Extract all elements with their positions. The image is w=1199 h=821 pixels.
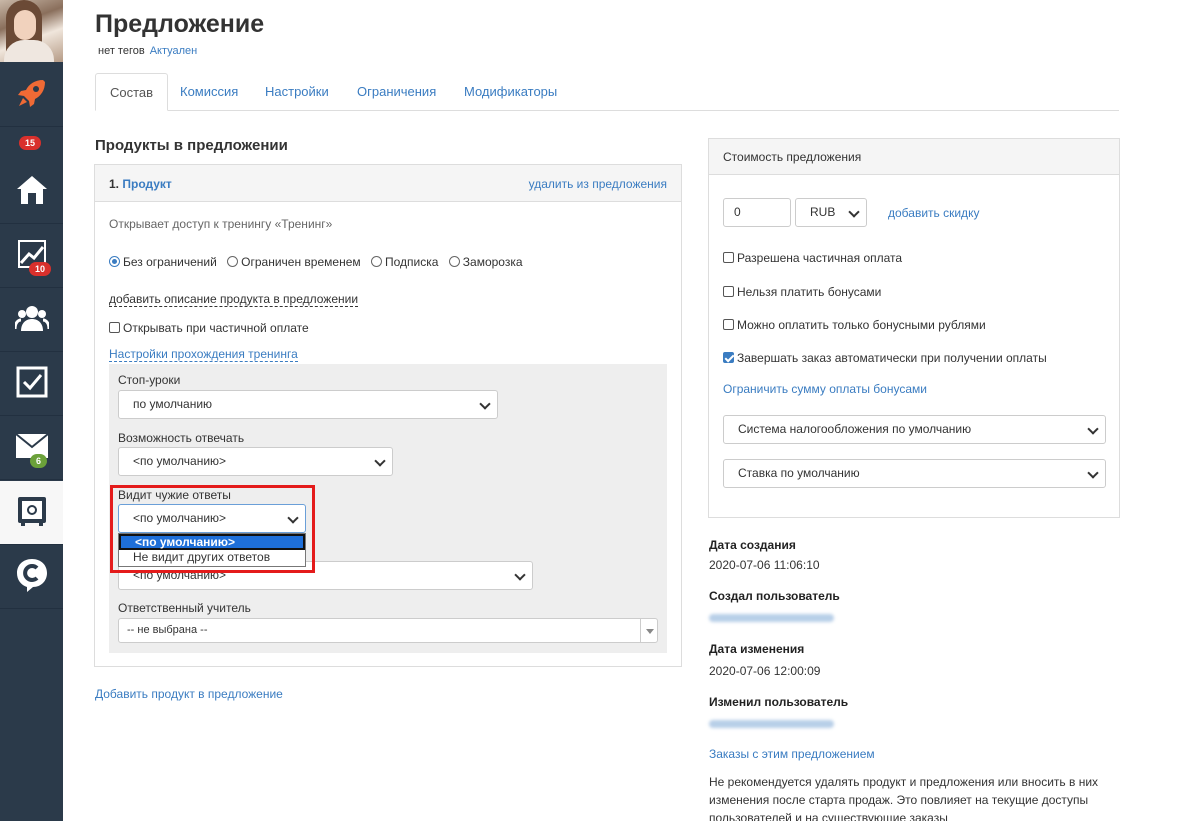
price-panel-title: Стоимость предложения bbox=[709, 139, 1119, 175]
chevron-down-icon bbox=[374, 455, 386, 467]
stop-lessons-select[interactable]: по умолчанию bbox=[118, 390, 498, 419]
add-description-link[interactable]: добавить описание продукта в предложении bbox=[109, 292, 359, 307]
product-number: 1. Продукт bbox=[109, 177, 172, 191]
sidebar-item-users[interactable] bbox=[0, 288, 63, 352]
remove-product-link[interactable]: удалить из предложения bbox=[529, 177, 667, 191]
modified-value: 2020-07-06 12:00:09 bbox=[709, 664, 821, 678]
tabs: Состав Комиссия Настройки Ограничения Мо… bbox=[95, 73, 1119, 111]
chat-logo-icon bbox=[15, 557, 49, 596]
can-answer-select[interactable]: <по умолчанию> bbox=[118, 447, 393, 476]
option-auto-complete[interactable]: Завершать заказ автоматически при получе… bbox=[723, 351, 1047, 365]
partial-payment-option[interactable]: Открывать при частичной оплате bbox=[109, 321, 309, 335]
orders-link[interactable]: Заказы с этим предложением bbox=[709, 747, 875, 761]
partial-payment-checkbox[interactable] bbox=[109, 322, 120, 333]
checkbox-no-bonus[interactable] bbox=[723, 286, 734, 297]
radio-freeze[interactable]: Заморозка bbox=[448, 255, 523, 269]
home-icon bbox=[15, 173, 49, 210]
tax-system-select[interactable]: Система налогообложения по умолчанию bbox=[723, 415, 1106, 444]
tags-label: нет тегов bbox=[98, 45, 145, 57]
created-by-label: Создал пользователь bbox=[709, 589, 840, 603]
rocket-icon bbox=[15, 76, 49, 113]
radio-freeze-control[interactable] bbox=[448, 256, 460, 267]
access-text: Открывает доступ к тренингу «Тренинг» bbox=[109, 217, 333, 231]
safe-icon bbox=[16, 495, 48, 530]
sidebar-item-safe[interactable] bbox=[0, 481, 63, 545]
modified-by-label: Изменил пользователь bbox=[709, 695, 849, 709]
warning-note: Не рекомендуется удалять продукт и предл… bbox=[709, 775, 1099, 821]
created-label: Дата создания bbox=[709, 538, 796, 552]
tax-rate-select[interactable]: Ставка по умолчанию bbox=[723, 459, 1106, 488]
modified-label: Дата изменения bbox=[709, 642, 805, 656]
mail-badge: 6 bbox=[30, 454, 48, 468]
add-product-link[interactable]: Добавить продукт в предложение bbox=[95, 687, 283, 701]
chevron-down-icon bbox=[848, 206, 860, 218]
option-partial-payment[interactable]: Разрешена частичная оплата bbox=[723, 251, 902, 265]
radio-unlimited-control[interactable] bbox=[109, 256, 120, 267]
checkbox-icon bbox=[16, 366, 48, 401]
status-link[interactable]: Актуален bbox=[150, 45, 198, 57]
currency-select[interactable]: RUB bbox=[795, 198, 867, 227]
can-answer-label: Возможность отвечать bbox=[118, 431, 245, 445]
chevron-down-icon bbox=[514, 569, 526, 581]
product-header: 1. Продукт удалить из предложения bbox=[95, 165, 681, 202]
tags-row: нет тегов Актуален bbox=[98, 45, 197, 57]
stats-badge: 10 bbox=[29, 262, 52, 276]
tab-composition[interactable]: Состав bbox=[95, 73, 169, 111]
rocket-badge: 15 bbox=[19, 136, 42, 150]
chevron-down-icon bbox=[479, 398, 491, 410]
price-amount-input[interactable]: 0 bbox=[723, 198, 791, 227]
option-only-bonus[interactable]: Можно оплатить только бонусными рублями bbox=[723, 318, 986, 332]
created-value: 2020-07-06 11:06:10 bbox=[709, 558, 820, 572]
teacher-select[interactable]: -- не выбрана -- bbox=[118, 618, 658, 643]
radio-subscription[interactable]: Подписка bbox=[370, 255, 438, 269]
radio-unlimited[interactable]: Без ограничений bbox=[109, 255, 217, 269]
checkbox-only-bonus[interactable] bbox=[723, 319, 734, 330]
checkbox-partial-payment[interactable] bbox=[723, 252, 734, 263]
sidebar: 15 10 6 bbox=[0, 0, 63, 821]
caret-down-icon bbox=[646, 629, 654, 634]
sidebar-item-stats[interactable] bbox=[0, 224, 63, 288]
teacher-select-arrow bbox=[640, 619, 657, 642]
access-radio-group: Без ограничений Ограничен временем Подпи… bbox=[109, 255, 523, 269]
radio-subscription-control[interactable] bbox=[370, 256, 382, 267]
radio-time-limited[interactable]: Ограничен временем bbox=[227, 255, 361, 269]
tab-restrictions[interactable]: Ограничения bbox=[343, 73, 450, 111]
chevron-down-icon bbox=[1087, 423, 1099, 435]
highlight-frame bbox=[110, 485, 315, 573]
product-link[interactable]: Продукт bbox=[122, 177, 171, 191]
products-section-title: Продукты в предложении bbox=[95, 137, 288, 154]
sidebar-item-home[interactable] bbox=[0, 160, 63, 224]
users-icon bbox=[13, 303, 50, 336]
sidebar-item-chat[interactable] bbox=[0, 545, 63, 609]
radio-time-limited-control[interactable] bbox=[227, 256, 239, 267]
limit-bonus-link[interactable]: Ограничить сумму оплаты бонусами bbox=[723, 382, 927, 396]
training-settings-link[interactable]: Настройки прохождения тренинга bbox=[109, 347, 298, 362]
sidebar-item-tasks[interactable] bbox=[0, 352, 63, 416]
add-discount-link[interactable]: добавить скидку bbox=[888, 206, 979, 220]
created-by-user-blurred bbox=[709, 614, 834, 622]
option-no-bonus[interactable]: Нельзя платить бонусами bbox=[723, 285, 881, 299]
teacher-label: Ответственный учитель bbox=[118, 601, 251, 615]
page-title: Предложение bbox=[95, 10, 265, 38]
chevron-down-icon bbox=[1087, 467, 1099, 479]
sidebar-item-mail[interactable] bbox=[0, 416, 63, 480]
tab-modifiers[interactable]: Модификаторы bbox=[450, 73, 571, 111]
tab-settings[interactable]: Настройки bbox=[251, 73, 343, 111]
stop-lessons-label: Стоп-уроки bbox=[118, 373, 181, 387]
tab-commission[interactable]: Комиссия bbox=[166, 73, 252, 111]
avatar[interactable] bbox=[0, 0, 63, 62]
sidebar-item-rocket[interactable] bbox=[0, 63, 63, 127]
modified-by-user-blurred bbox=[709, 720, 834, 728]
checkbox-auto-complete[interactable] bbox=[723, 352, 734, 363]
